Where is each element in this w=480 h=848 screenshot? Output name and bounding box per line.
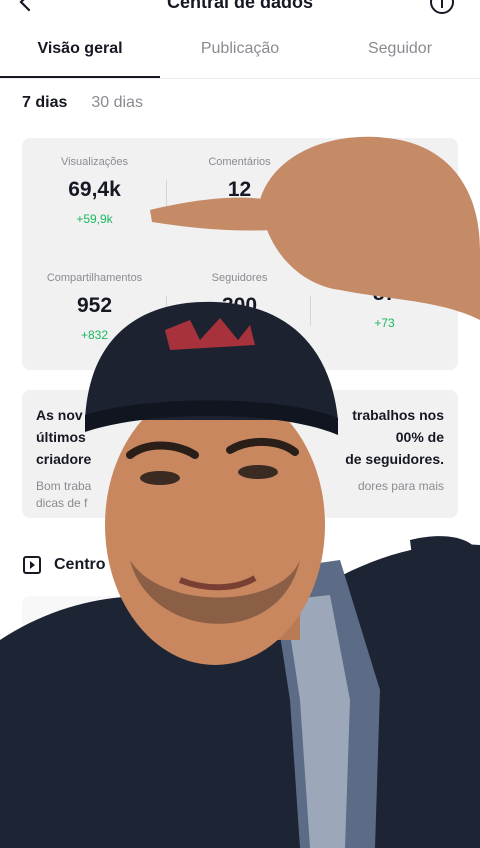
stat-delta: +832: [80, 328, 109, 342]
stat-divider: [310, 296, 311, 326]
tab-overview[interactable]: Visão geral: [0, 30, 160, 78]
primary-action-button[interactable]: [382, 764, 458, 822]
stat-delta: +11: [229, 212, 250, 226]
stat-label: Visualizações: [60, 156, 129, 168]
info-icon[interactable]: [428, 0, 456, 16]
insight-card[interactable]: As nov trabalhos nos últimos 00% de criado…: [22, 390, 458, 518]
range-7-days[interactable]: 7 dias: [22, 94, 67, 112]
section-title: Centro: [54, 556, 106, 573]
tab-label: Visão geral: [37, 40, 123, 57]
insight-fragment: dores para mais: [357, 479, 444, 493]
insight-fragment: trabalhos nos: [352, 407, 444, 423]
stat-delta: +73: [374, 316, 395, 330]
tabs-divider: [0, 78, 480, 79]
tab-publication[interactable]: Publicação: [160, 30, 320, 78]
tab-label: Seguidor: [367, 40, 433, 57]
range-30-days[interactable]: 30 dias: [91, 94, 143, 112]
tab-label: Publicação: [200, 40, 280, 57]
tab-follower[interactable]: Seguidor: [320, 30, 480, 78]
stat-label: Seguidores: [211, 272, 268, 284]
stat-views[interactable]: Visualizações 69,4k +59,9k: [22, 156, 167, 226]
stat-label: Comentários: [208, 156, 271, 168]
insight-fragment: 00% de: [395, 429, 444, 445]
play-square-icon: [23, 556, 41, 574]
stats-card: Visualizações 69,4k +59,9k Comentários 1…: [22, 138, 458, 370]
top-bar: Central de dados: [0, 0, 480, 26]
insight-subtext: Bom traba dores para mais dicas de f: [36, 478, 444, 512]
insight-text: As nov trabalhos nos últimos 00% de criado…: [36, 404, 444, 470]
stat-value: 952: [76, 294, 113, 317]
card-text-fragment: m: [360, 710, 370, 724]
stat-value: 69,4k: [68, 178, 121, 201]
insight-fragment: criadore: [36, 451, 92, 467]
insight-fragment: Bom traba: [36, 479, 92, 493]
stat-delta: +59,9k: [76, 212, 113, 226]
stat-label: Compartilhamentos: [46, 272, 143, 284]
stat-comments[interactable]: Comentários 12 +11: [167, 156, 312, 226]
page-title: Central de dados: [166, 0, 314, 12]
insight-fragment: últimos: [36, 429, 86, 445]
stat-value: 300: [221, 294, 258, 317]
stat-followers[interactable]: Seguidores 300: [167, 272, 312, 328]
insight-fragment: As nov: [36, 407, 83, 423]
date-range-selector: 7 dias 30 dias: [22, 94, 143, 112]
tab-bar: Visão geral Publicação Seguidor: [0, 30, 480, 78]
stat-other[interactable]: 87 +73: [312, 272, 457, 330]
stat-value: 87: [372, 282, 397, 305]
stat-shares[interactable]: Compartilhamentos 952 +832: [22, 272, 167, 342]
stat-value: 12: [227, 178, 252, 201]
insight-fragment: de seguidores.: [345, 451, 444, 467]
insight-fragment: dicas de f: [36, 496, 88, 510]
section-header: Centro: [22, 554, 106, 576]
stat-hidden[interactable]: [312, 156, 457, 166]
